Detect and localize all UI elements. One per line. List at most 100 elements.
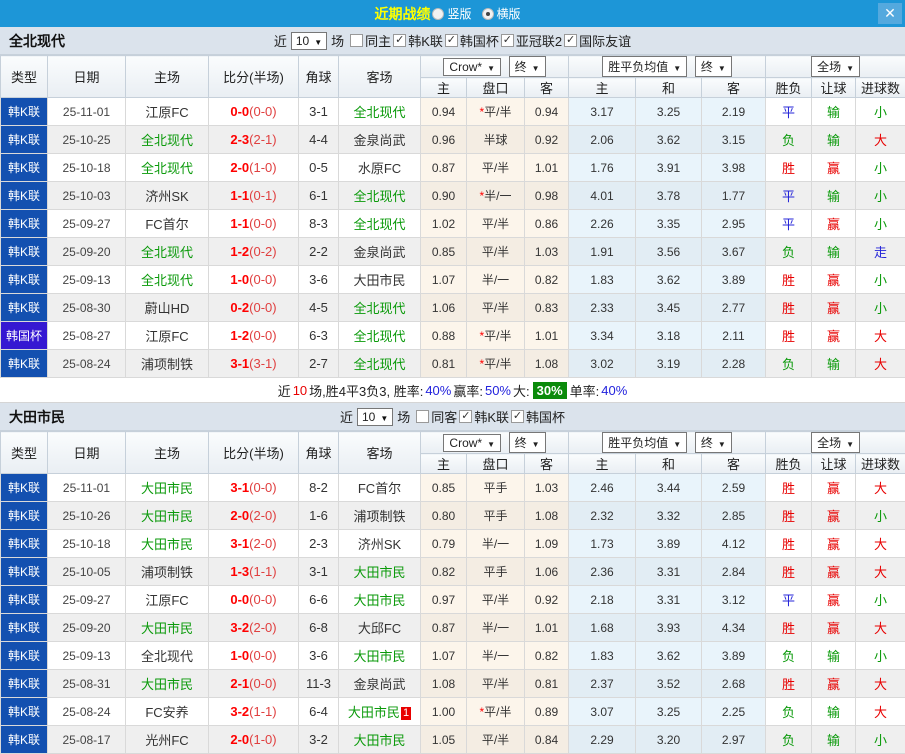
league-filter-checkbox[interactable]: 韩国杯 bbox=[511, 407, 565, 426]
goals-result: 小 bbox=[856, 586, 905, 614]
match-score: 2-1(0-0) bbox=[209, 670, 299, 698]
avg-away-odds: 2.68 bbox=[702, 670, 766, 698]
avg-home-odds: 2.36 bbox=[569, 558, 636, 586]
match-score: 3-2(1-1) bbox=[209, 698, 299, 726]
handicap-result: 赢 bbox=[812, 614, 856, 642]
checkbox-icon[interactable] bbox=[445, 34, 458, 47]
home-team-name: 江原FC bbox=[126, 98, 209, 126]
checkbox-icon[interactable] bbox=[511, 410, 524, 423]
league-filter-checkbox[interactable]: 韩K联 bbox=[459, 407, 509, 426]
avg-odds-select[interactable]: 胜平负均值▼ bbox=[602, 432, 687, 453]
league-filter-checkbox[interactable]: 韩国杯 bbox=[445, 31, 499, 50]
away-odds: 1.03 bbox=[525, 238, 569, 266]
match-row: 韩K联25-10-05浦项制铁1-3(1-1)3-1大田市民0.82平手1.06… bbox=[1, 558, 905, 586]
handicap-line: *平/半 bbox=[467, 350, 525, 378]
avg-draw-odds: 3.35 bbox=[636, 210, 702, 238]
radio-vertical-layout[interactable]: 竖版 bbox=[432, 5, 471, 22]
handicap-result: 赢 bbox=[812, 322, 856, 350]
radio-horizontal-label: 横版 bbox=[497, 5, 521, 22]
league-filter-checkbox[interactable]: 国际友谊 bbox=[564, 31, 631, 50]
same-venue-checkbox[interactable]: 同主 bbox=[350, 31, 391, 50]
home-odds: 0.90 bbox=[421, 182, 467, 210]
home-team-name: 江原FC bbox=[126, 322, 209, 350]
corner-score: 3-6 bbox=[299, 266, 339, 294]
checkbox-icon[interactable] bbox=[393, 34, 406, 47]
red-card-badge: 1 bbox=[401, 707, 411, 720]
match-count-select[interactable]: 10▼ bbox=[357, 408, 393, 426]
scope-select[interactable]: 全场▼ bbox=[811, 432, 860, 453]
handicap-result: 输 bbox=[812, 182, 856, 210]
match-date: 25-10-18 bbox=[48, 530, 126, 558]
away-odds: 1.01 bbox=[525, 322, 569, 350]
league-filter-checkbox[interactable]: 亚冠联2 bbox=[501, 31, 562, 50]
corner-score: 8-2 bbox=[299, 474, 339, 502]
radio-icon[interactable] bbox=[432, 8, 444, 20]
checkbox-icon[interactable] bbox=[501, 34, 514, 47]
corner-score: 3-1 bbox=[299, 558, 339, 586]
league-type-badge: 韩国杯 bbox=[1, 322, 48, 350]
away-team-name: 大田市民 bbox=[339, 558, 421, 586]
match-row: 韩K联25-11-01江原FC0-0(0-0)3-1全北现代0.94*平/半0.… bbox=[1, 98, 905, 126]
radio-horizontal-layout[interactable]: 横版 bbox=[482, 5, 521, 22]
odds-source-select[interactable]: Crow*▼ bbox=[443, 434, 501, 452]
single-rate: 40% bbox=[601, 383, 627, 398]
match-date: 25-08-24 bbox=[48, 698, 126, 726]
avg-home-odds: 2.46 bbox=[569, 474, 636, 502]
avg-away-odds: 4.34 bbox=[702, 614, 766, 642]
avg-away-odds: 2.19 bbox=[702, 98, 766, 126]
match-date: 25-08-27 bbox=[48, 322, 126, 350]
radio-selected-icon[interactable] bbox=[482, 8, 494, 20]
home-odds: 1.05 bbox=[421, 726, 467, 754]
avg-home-odds: 1.73 bbox=[569, 530, 636, 558]
outcome-result: 负 bbox=[766, 126, 812, 154]
match-count-select[interactable]: 10▼ bbox=[291, 32, 327, 50]
outcome-result: 平 bbox=[766, 98, 812, 126]
col-header-corner: 角球 bbox=[299, 432, 339, 474]
handicap-result: 赢 bbox=[812, 210, 856, 238]
league-filter-checkbox[interactable]: 韩K联 bbox=[393, 31, 443, 50]
result-group-header: 全场▼ bbox=[766, 432, 905, 454]
same-venue-checkbox[interactable]: 同客 bbox=[416, 407, 457, 426]
away-team-name: 金泉尚武 bbox=[339, 670, 421, 698]
avg-home-odds: 1.91 bbox=[569, 238, 636, 266]
close-button[interactable]: ✕ bbox=[878, 3, 902, 24]
checkbox-icon[interactable] bbox=[564, 34, 577, 47]
corner-score: 6-6 bbox=[299, 586, 339, 614]
match-row: 韩K联25-08-24浦项制铁3-1(3-1)2-7全北现代0.81*平/半1.… bbox=[1, 350, 905, 378]
col-header-date: 日期 bbox=[48, 432, 126, 474]
scope-select[interactable]: 全场▼ bbox=[811, 56, 860, 77]
avg-draw-odds: 3.31 bbox=[636, 586, 702, 614]
avg-draw-odds: 3.78 bbox=[636, 182, 702, 210]
odds-source-select[interactable]: Crow*▼ bbox=[443, 58, 501, 76]
avg-stage-select[interactable]: 终▼ bbox=[695, 56, 732, 77]
handicap-line: *平/半 bbox=[467, 322, 525, 350]
col-header-avg-away: 客 bbox=[702, 454, 766, 474]
odds-stage-select[interactable]: 终▼ bbox=[509, 432, 546, 453]
home-team-name: 全北现代 bbox=[126, 642, 209, 670]
home-odds: 0.85 bbox=[421, 238, 467, 266]
avg-stage-select[interactable]: 终▼ bbox=[695, 432, 732, 453]
away-odds: 0.92 bbox=[525, 126, 569, 154]
outcome-result: 负 bbox=[766, 642, 812, 670]
match-score: 2-0(2-0) bbox=[209, 502, 299, 530]
away-odds: 0.84 bbox=[525, 726, 569, 754]
league-type-badge: 韩K联 bbox=[1, 530, 48, 558]
home-odds: 0.82 bbox=[421, 558, 467, 586]
chevron-down-icon: ▼ bbox=[846, 440, 854, 449]
handicap-line: 半/一 bbox=[467, 642, 525, 670]
away-team-name: FC首尔 bbox=[339, 474, 421, 502]
league-filter-group: 韩K联韩国杯亚冠联2国际友谊 bbox=[391, 31, 631, 50]
handicap-line: 平/半 bbox=[467, 238, 525, 266]
outcome-result: 胜 bbox=[766, 502, 812, 530]
checkbox-icon[interactable] bbox=[416, 410, 429, 423]
goals-result: 小 bbox=[856, 182, 905, 210]
odds-stage-select[interactable]: 终▼ bbox=[509, 56, 546, 77]
checkbox-icon[interactable] bbox=[350, 34, 363, 47]
outcome-result: 平 bbox=[766, 210, 812, 238]
league-filter-label: 韩K联 bbox=[408, 31, 443, 50]
chevron-down-icon: ▼ bbox=[532, 64, 540, 73]
checkbox-icon[interactable] bbox=[459, 410, 472, 423]
match-score: 1-0(0-0) bbox=[209, 642, 299, 670]
avg-odds-select[interactable]: 胜平负均值▼ bbox=[602, 56, 687, 77]
avg-away-odds: 2.25 bbox=[702, 698, 766, 726]
